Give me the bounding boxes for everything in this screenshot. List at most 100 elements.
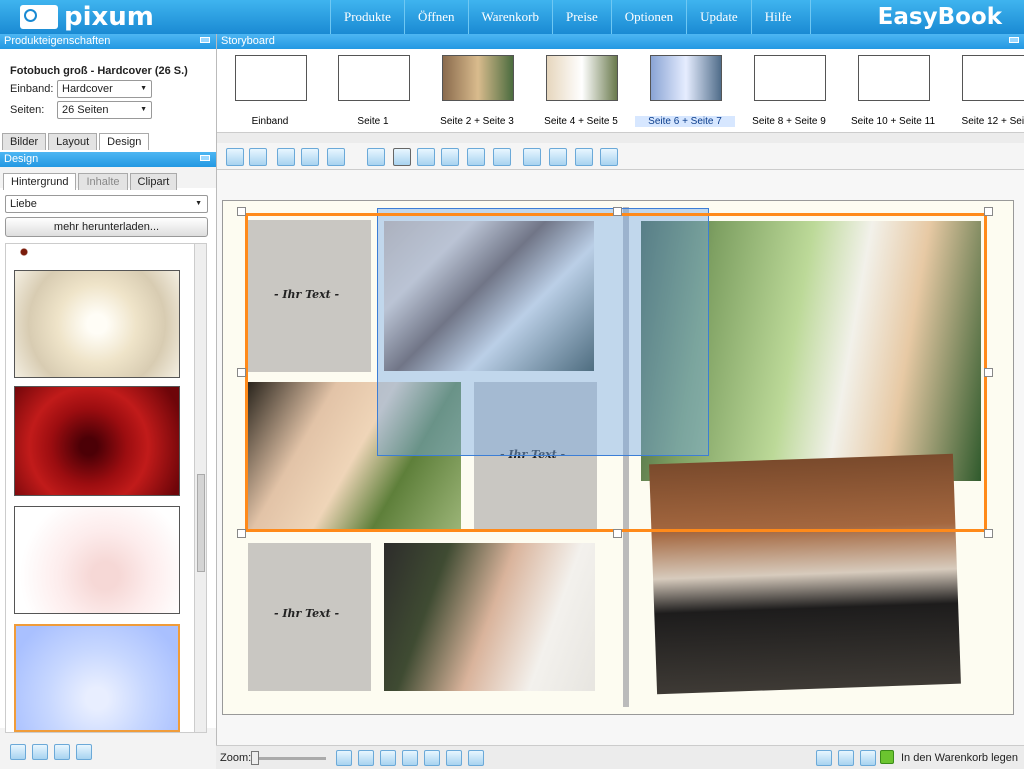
gallery-scroll-thumb[interactable] <box>197 474 205 572</box>
storyboard-thumb-seite-2-3[interactable] <box>442 55 514 101</box>
background-thumb-white-rose[interactable] <box>14 270 180 378</box>
photobook-spread[interactable]: - Ihr Text - - Ihr Text - - Ihr Text - <box>222 200 1014 715</box>
palette-icon[interactable] <box>493 148 511 166</box>
photo-ring-exchange[interactable] <box>384 543 595 691</box>
storyboard: Einband Seite 1 Seite 2 + Seite 3 Seite … <box>217 49 1024 133</box>
zoom-knob[interactable] <box>251 751 259 765</box>
menu-preise[interactable]: Preise <box>551 0 611 34</box>
color-icon[interactable] <box>575 148 593 166</box>
image-crop-icon[interactable] <box>417 148 435 166</box>
menu-update[interactable]: Update <box>686 0 751 34</box>
save-as-icon[interactable] <box>838 750 854 766</box>
layout-page-icon[interactable] <box>76 744 92 760</box>
layout-left-icon[interactable] <box>32 744 48 760</box>
storyboard-thumb-seite-6-7[interactable] <box>650 55 722 101</box>
navigation-tools <box>336 750 484 766</box>
gallery-scrollbar[interactable] <box>194 244 206 732</box>
binding-select[interactable]: Hardcover <box>57 80 152 98</box>
storyboard-label[interactable]: Seite 4 + Seite 5 <box>531 116 631 127</box>
resize-handle[interactable] <box>613 207 622 216</box>
menu-oeffnen[interactable]: Öffnen <box>403 0 468 34</box>
resize-handle[interactable] <box>237 207 246 216</box>
storyboard-thumb-seite-1[interactable] <box>338 55 410 101</box>
tab-layout[interactable]: Layout <box>48 133 98 150</box>
placeholder-text[interactable]: - Ihr Text - <box>274 607 339 620</box>
text-placeholder[interactable]: - Ihr Text - <box>248 543 371 691</box>
binding-row: Einband: Hardcover <box>10 80 152 98</box>
tab-inhalte[interactable]: Inhalte <box>78 173 128 190</box>
remove-page-icon[interactable] <box>468 750 484 766</box>
background-thumb-red-rose[interactable] <box>14 386 180 496</box>
storyboard-label[interactable]: Seite 8 + Seite 9 <box>739 116 839 127</box>
settings-icon[interactable] <box>327 148 345 166</box>
layout-right-icon[interactable] <box>54 744 70 760</box>
properties-title: Produkteigenschaften <box>4 35 111 47</box>
arrow-left-icon[interactable] <box>277 148 295 166</box>
save-icon[interactable] <box>816 750 832 766</box>
minimize-icon[interactable] <box>200 37 210 43</box>
image-fit-icon[interactable] <box>441 148 459 166</box>
pages-label: Seiten: <box>10 104 45 116</box>
previous-page-icon[interactable] <box>358 750 374 766</box>
tab-bilder[interactable]: Bilder <box>2 133 47 150</box>
storyboard-thumb-seite-10-11[interactable] <box>858 55 930 101</box>
last-page-icon[interactable] <box>424 750 440 766</box>
image-select-icon[interactable] <box>393 148 411 166</box>
download-more-button[interactable]: mehr herunterladen... <box>5 217 208 237</box>
menu-warenkorb[interactable]: Warenkorb <box>467 0 552 34</box>
storyboard-label[interactable]: Seite 1 <box>323 116 423 127</box>
wrench-icon[interactable] <box>600 148 618 166</box>
menu-hilfe[interactable]: Hilfe <box>750 0 811 34</box>
tab-design[interactable]: Design <box>99 133 150 150</box>
main-menu: Produkte Öffnen Warenkorb Preise Optione… <box>330 0 811 34</box>
storyboard-thumb-seite-12[interactable] <box>962 55 1024 101</box>
next-page-icon[interactable] <box>402 750 418 766</box>
zoom-slider[interactable] <box>251 757 326 760</box>
minimize-icon[interactable] <box>200 155 210 161</box>
background-thumb-pink-rose[interactable] <box>14 506 180 614</box>
storyboard-label[interactable]: Seite 6 + Seite 7 <box>635 116 735 127</box>
storyboard-label[interactable]: Seite 2 + Seite 3 <box>427 116 527 127</box>
storyboard-thumb-einband[interactable] <box>235 55 307 101</box>
view-icon[interactable] <box>380 750 396 766</box>
storyboard-label[interactable]: Einband <box>220 116 320 127</box>
storyboard-label[interactable]: Seite 10 + Seite 11 <box>843 116 943 127</box>
edit-toolbar <box>217 143 1024 170</box>
resize-handle[interactable] <box>613 529 622 538</box>
layer-up-icon[interactable] <box>523 148 541 166</box>
resize-handle[interactable] <box>237 368 246 377</box>
resize-handle[interactable] <box>237 529 246 538</box>
insert-text-icon[interactable] <box>226 148 244 166</box>
add-page-icon[interactable] <box>446 750 462 766</box>
resize-handle[interactable] <box>984 368 993 377</box>
preview-icon[interactable] <box>860 750 876 766</box>
grid-icon[interactable] <box>467 148 485 166</box>
add-to-cart-button[interactable]: In den Warenkorb legen <box>879 750 1018 764</box>
category-select[interactable]: Liebe <box>5 195 208 213</box>
page-layout-tools <box>10 744 92 760</box>
zoom-label: Zoom: <box>220 752 252 764</box>
layout-single-icon[interactable] <box>10 744 26 760</box>
storyboard-thumb-seite-4-5[interactable] <box>546 55 618 101</box>
first-page-icon[interactable] <box>336 750 352 766</box>
background-thumb-blue-rose[interactable] <box>14 624 180 732</box>
minimize-icon[interactable] <box>1009 37 1019 43</box>
storyboard-label[interactable]: Seite 12 + Seite <box>947 116 1024 127</box>
text-format-icon[interactable] <box>249 148 267 166</box>
design-tabs: Hintergrund Inhalte Clipart <box>3 173 178 190</box>
tab-hintergrund[interactable]: Hintergrund <box>3 173 77 190</box>
background-thumb-hearts[interactable] <box>14 244 180 261</box>
app-brand: EasyBook <box>877 4 1002 30</box>
storyboard-thumb-seite-8-9[interactable] <box>754 55 826 101</box>
resize-handle[interactable] <box>984 529 993 538</box>
arrow-right-icon[interactable] <box>301 148 319 166</box>
tab-clipart[interactable]: Clipart <box>129 173 178 190</box>
menu-produkte[interactable]: Produkte <box>330 0 404 34</box>
menu-optionen[interactable]: Optionen <box>610 0 686 34</box>
layer-down-icon[interactable] <box>549 148 567 166</box>
resize-handle[interactable] <box>984 207 993 216</box>
logo-text: pixum <box>64 2 154 32</box>
pages-select[interactable]: 26 Seiten <box>57 101 152 119</box>
selection-frame[interactable] <box>245 213 987 532</box>
globe-icon[interactable] <box>367 148 385 166</box>
